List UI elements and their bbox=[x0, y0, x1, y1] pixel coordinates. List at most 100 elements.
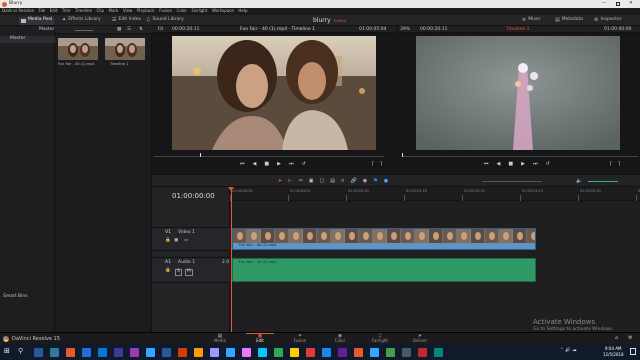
tray-icons[interactable]: ⌃ 🔊 ☁ bbox=[560, 348, 577, 354]
source-scrubber[interactable] bbox=[154, 153, 384, 157]
film-icon[interactable]: ▣ bbox=[174, 238, 178, 244]
snapping-icon[interactable]: ∩ bbox=[341, 178, 345, 184]
position-lock-icon[interactable]: ◉ bbox=[363, 178, 367, 184]
go-to-start-icon[interactable]: ⏮ bbox=[240, 162, 245, 167]
timeline-scrubber[interactable] bbox=[402, 153, 638, 157]
stop-icon[interactable]: ■ bbox=[264, 162, 269, 167]
source-clip-name[interactable]: Fun Fair - 40 (1).mp4 - Timeline 1 bbox=[240, 27, 315, 33]
track-name-v1[interactable]: Video 1 bbox=[178, 230, 195, 236]
edit-index-button[interactable]: ☰ Edit Index bbox=[110, 17, 143, 25]
menu-item-help[interactable]: Help bbox=[238, 9, 247, 13]
taskbar-app-icon[interactable] bbox=[98, 347, 107, 357]
menu-item-playback[interactable]: Playback bbox=[137, 9, 155, 13]
audio-level-slider[interactable] bbox=[588, 181, 618, 182]
taskbar-app-icon[interactable] bbox=[146, 347, 155, 357]
track-name-a1[interactable]: Audio 1 bbox=[178, 260, 195, 266]
insert-clip-icon[interactable]: ▣ bbox=[309, 178, 314, 184]
tl-mark-out-icon[interactable]: ⌉ bbox=[618, 162, 620, 167]
grid-view-icon[interactable]: ▦ bbox=[117, 27, 121, 33]
taskbar-app-icon[interactable] bbox=[66, 347, 75, 357]
blade-tool-icon[interactable]: ✂ bbox=[299, 178, 303, 184]
taskbar-app-icon[interactable] bbox=[290, 347, 299, 357]
taskbar-app-icon[interactable] bbox=[114, 347, 123, 357]
source-viewer-image[interactable] bbox=[172, 36, 376, 150]
solo-icon[interactable]: S bbox=[175, 269, 182, 276]
reverse-play-icon[interactable]: ◀ bbox=[253, 162, 257, 167]
mixer-button[interactable]: ≡ Mixer bbox=[520, 17, 542, 25]
tl-loop-icon[interactable]: ↺ bbox=[545, 162, 549, 167]
search-icon[interactable]: ⚲ bbox=[18, 348, 23, 355]
tl-mark-in-icon[interactable]: ⌈ bbox=[610, 162, 612, 167]
tl-reverse-play-icon[interactable]: ◀ bbox=[497, 162, 501, 167]
taskbar-app-icon[interactable] bbox=[242, 347, 251, 357]
menu-item-davinci-resolve[interactable]: DaVinci Resolve bbox=[2, 9, 34, 13]
taskbar-app-icon[interactable] bbox=[322, 347, 331, 357]
home-icon[interactable]: ⌂ bbox=[615, 336, 618, 341]
sort-icon[interactable]: ⇅ bbox=[139, 27, 143, 33]
menu-item-clip[interactable]: Clip bbox=[96, 9, 104, 13]
settings-icon[interactable]: ⚙ bbox=[628, 336, 632, 341]
tl-play-icon[interactable]: ▶ bbox=[521, 162, 525, 167]
overwrite-clip-icon[interactable]: ▢ bbox=[320, 178, 325, 184]
zoom-slider[interactable] bbox=[75, 29, 93, 31]
taskbar-app-icon[interactable] bbox=[370, 347, 379, 357]
minimize-button[interactable]: — bbox=[602, 1, 607, 7]
close-button[interactable]: ✕ bbox=[629, 1, 633, 7]
taskbar-app-icon[interactable] bbox=[130, 347, 139, 357]
mute-icon[interactable]: M bbox=[185, 269, 193, 276]
menu-item-mark[interactable]: Mark bbox=[109, 9, 119, 13]
menu-item-fusion[interactable]: Fusion bbox=[159, 9, 172, 13]
taskbar-app-icon[interactable] bbox=[274, 347, 283, 357]
menu-item-timeline[interactable]: Timeline bbox=[75, 9, 92, 13]
tl-go-to-start-icon[interactable]: ⏮ bbox=[484, 162, 489, 167]
effects-library-button[interactable]: ✦ Effects Library bbox=[60, 17, 103, 25]
lock-icon[interactable]: 🔒 bbox=[165, 238, 171, 244]
replace-clip-icon[interactable]: ▤ bbox=[330, 178, 335, 184]
audio-clip[interactable]: Fun Fair - 40 (1).mp4 bbox=[232, 258, 536, 282]
taskbar-app-icon[interactable] bbox=[306, 347, 315, 357]
timeline-viewer-name[interactable]: Timeline 1 bbox=[506, 27, 529, 33]
selection-tool-icon[interactable]: ➤ bbox=[278, 178, 282, 184]
taskbar-app-icon[interactable] bbox=[210, 347, 219, 357]
sound-library-button[interactable]: ♫ Sound Library bbox=[144, 17, 186, 25]
taskbar-app-icon[interactable] bbox=[162, 347, 171, 357]
maximize-button[interactable] bbox=[616, 2, 620, 6]
taskbar-app-icon[interactable] bbox=[226, 347, 235, 357]
tl-stop-icon[interactable]: ■ bbox=[508, 162, 513, 167]
menu-item-edit[interactable]: Edit bbox=[50, 9, 58, 13]
timeline-ruler[interactable]: 01:00:00:00 01:00:04:22 01:00:09:20 01:00:1… bbox=[230, 187, 640, 201]
linked-selection-icon[interactable]: 🔗 bbox=[351, 178, 357, 184]
tl-go-to-end-icon[interactable]: ⏭ bbox=[533, 162, 538, 167]
video-clip[interactable]: Fun Fair - 40 (1).mp4 bbox=[232, 228, 536, 250]
play-icon[interactable]: ▶ bbox=[277, 162, 281, 167]
taskbar-app-icon[interactable] bbox=[258, 347, 267, 357]
speaker-icon[interactable]: 🔈 bbox=[576, 178, 582, 184]
bin-master[interactable]: Master bbox=[0, 36, 55, 43]
taskbar-app-icon[interactable] bbox=[178, 347, 187, 357]
timeline-zoom-slider[interactable] bbox=[482, 181, 542, 182]
go-to-end-icon[interactable]: ⏭ bbox=[289, 162, 294, 167]
inspector-button[interactable]: ⚙ Inspector bbox=[592, 17, 623, 25]
fit-dropdown[interactable]: Fit bbox=[158, 27, 163, 33]
menu-item-color[interactable]: Color bbox=[177, 9, 187, 13]
windows-start-icon[interactable]: ⊞ bbox=[4, 348, 10, 355]
taskbar-app-icon[interactable] bbox=[338, 347, 347, 357]
menu-item-workspace[interactable]: Workspace bbox=[212, 9, 234, 13]
zoom-dropdown[interactable]: 39% bbox=[400, 27, 410, 33]
trim-tool-icon[interactable]: ⊢ bbox=[288, 178, 292, 184]
menu-item-fairlight[interactable]: Fairlight bbox=[191, 9, 207, 13]
monitor-icon[interactable]: ▭ bbox=[184, 238, 188, 244]
taskbar-app-icon[interactable] bbox=[434, 347, 443, 357]
metadata-button[interactable]: ▤ Metadata bbox=[553, 17, 585, 25]
source-scrubber-handle[interactable] bbox=[200, 153, 201, 157]
taskbar-app-icon[interactable] bbox=[354, 347, 363, 357]
smart-bins-label[interactable]: Smart Bins bbox=[3, 294, 28, 300]
loop-icon[interactable]: ↺ bbox=[301, 162, 305, 167]
timeline-scrubber-handle[interactable] bbox=[402, 153, 403, 157]
taskbar-app-icon[interactable] bbox=[386, 347, 395, 357]
mark-in-icon[interactable]: ⌈ bbox=[372, 162, 374, 167]
media-pool-button[interactable]: Media Pool bbox=[19, 16, 55, 25]
clip-thumbnail-funfair[interactable]: Fun Fair - 40 (1).mp4 bbox=[58, 38, 100, 66]
menu-item-view[interactable]: View bbox=[123, 9, 133, 13]
mark-out-icon[interactable]: ⌉ bbox=[380, 162, 382, 167]
